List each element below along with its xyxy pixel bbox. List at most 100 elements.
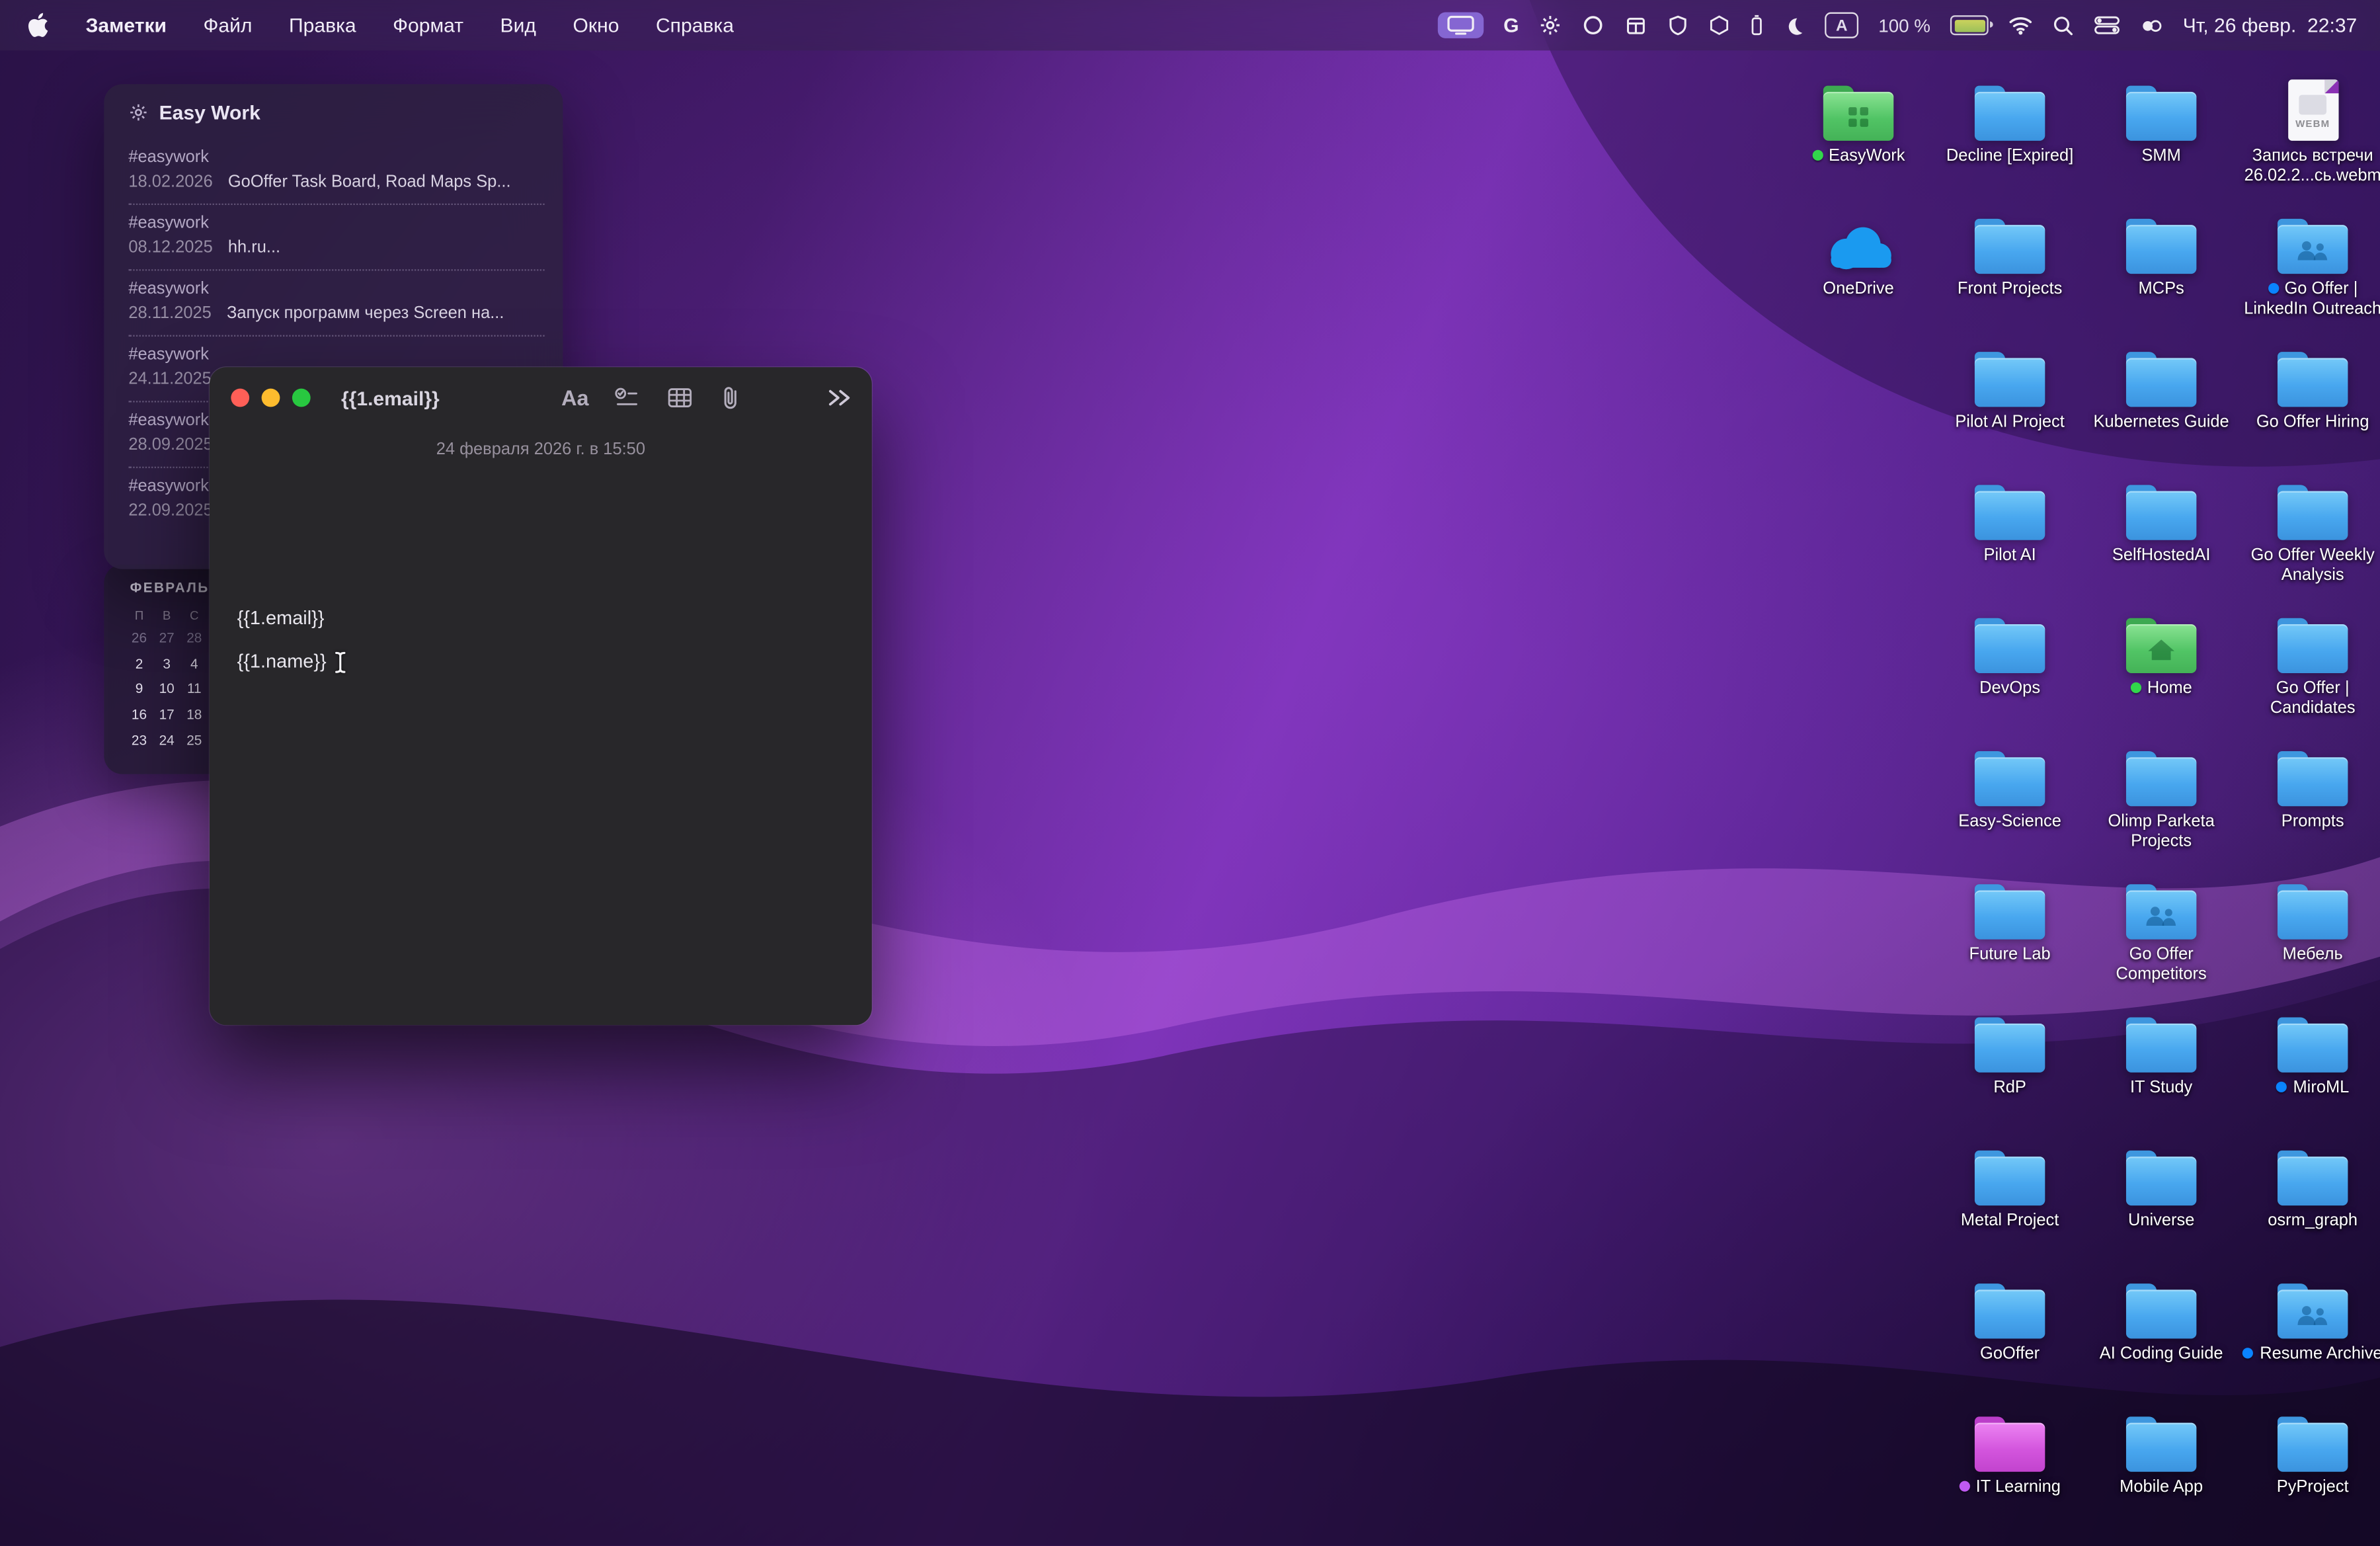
format-text-button[interactable]: Aa [561, 386, 588, 410]
desktop-icon-art [1823, 79, 1893, 141]
close-button[interactable] [231, 389, 249, 407]
calendar-date[interactable]: 24 [153, 727, 180, 753]
desktop-icon[interactable]: Olimp Parketa Projects [2088, 745, 2235, 852]
calendar-date[interactable]: 23 [126, 727, 153, 753]
control-center-icon[interactable] [2094, 15, 2120, 35]
ring-status-icon[interactable] [1581, 14, 1605, 37]
note-body[interactable]: {{1.email}} {{1.name}} [237, 608, 348, 696]
spotlight-icon[interactable] [2053, 15, 2074, 36]
people-badge-icon [2293, 1303, 2332, 1326]
desktop-icon-label: Pilot AI Project [1955, 413, 2065, 433]
gear-icon[interactable] [1539, 14, 1562, 37]
double-chevron-icon[interactable] [824, 387, 853, 408]
menubar-menu[interactable]: Окно [573, 14, 619, 37]
calendar-date[interactable]: 16 [126, 702, 153, 727]
users-status-icon[interactable] [2140, 16, 2163, 34]
desktop-icon[interactable]: RdP [1936, 1011, 2083, 1098]
desktop-icon[interactable]: Pilot AI Project [1936, 346, 2083, 433]
desktop-icon[interactable]: IT Learning [1936, 1410, 2083, 1498]
calendar-date[interactable]: 3 [153, 651, 180, 676]
screen-mirroring-indicator[interactable] [1438, 13, 1484, 38]
desktop-icon-label-text: osrm_graph [2268, 1211, 2358, 1230]
note-body-line: {{1.name}} [237, 651, 327, 672]
calendar-date[interactable]: 10 [153, 676, 180, 702]
desktop-icon[interactable]: EasyWork [1785, 79, 1932, 167]
desktop-icon[interactable]: Universe [2088, 1145, 2235, 1232]
desktop-icon[interactable]: Go Offer Weekly Analysis [2239, 479, 2380, 586]
attachment-button[interactable] [719, 385, 742, 411]
apple-menu[interactable] [28, 13, 49, 38]
calendar-date[interactable]: 28 [180, 626, 208, 651]
desktop-icon-art [2278, 1011, 2348, 1073]
desktop-icon[interactable]: Мебель [2239, 878, 2380, 965]
desktop-icon[interactable]: SelfHostedAI [2088, 479, 2235, 566]
meter-icon[interactable] [1750, 14, 1764, 37]
desktop-icon[interactable]: Prompts [2239, 745, 2380, 833]
desktop-icon[interactable]: Decline [Expired] [1936, 79, 2083, 167]
zoom-button[interactable] [292, 389, 311, 407]
desktop-icon[interactable]: Metal Project [1936, 1145, 2083, 1232]
desktop-icon[interactable]: AI Coding Guide [2088, 1278, 2235, 1365]
desktop-icon[interactable]: Mobile App [2088, 1410, 2235, 1498]
menubar-app-name[interactable]: Заметки [86, 14, 167, 37]
input-source-indicator[interactable]: А [1825, 13, 1858, 38]
desktop-icon[interactable]: Home [2088, 612, 2235, 699]
label-tag-dot [1812, 149, 1823, 160]
calendar-date[interactable]: 17 [153, 702, 180, 727]
hexagon-icon[interactable] [1708, 14, 1729, 37]
checklist-button[interactable] [614, 386, 639, 409]
desktop-icon[interactable]: Pilot AI [1936, 479, 2083, 566]
desktop-icon[interactable]: PyProject [2239, 1410, 2380, 1498]
moon-icon[interactable] [1784, 15, 1805, 36]
calendar-date[interactable]: 2 [126, 651, 153, 676]
desktop-icon[interactable]: GoOffer [1936, 1278, 2083, 1365]
calendar-weekday: П [126, 604, 153, 626]
desktop-icon-art [1975, 79, 2045, 141]
desktop-icon[interactable]: DevOps [1936, 612, 2083, 699]
desktop-icon[interactable]: IT Study [2088, 1011, 2235, 1098]
desktop-icon[interactable]: Go Offer Hiring [2239, 346, 2380, 433]
desktop-icon[interactable]: Front Projects [1936, 213, 2083, 300]
desktop-icon-label-text: Olimp Parketa Projects [2108, 813, 2215, 851]
shield-icon[interactable] [1667, 14, 1688, 37]
note-window-titlebar[interactable]: {{1.email}} Aa [210, 367, 872, 428]
calendar-date[interactable]: 26 [126, 626, 153, 651]
table-button[interactable] [667, 386, 693, 409]
grammarly-icon[interactable]: G [1503, 14, 1519, 37]
desktop-icon[interactable]: SMM [2088, 79, 2235, 167]
desktop-icon[interactable]: MCPs [2088, 213, 2235, 300]
desktop-icon[interactable]: Go Offer | Candidates [2239, 612, 2380, 719]
calendar-date[interactable]: 25 [180, 727, 208, 753]
desktop-icon[interactable]: Go Offer | LinkedIn Outreach [2239, 213, 2380, 320]
calendar-date[interactable]: 18 [180, 702, 208, 727]
desktop-icon[interactable]: WEBM Запись встречи 26.02.2...сь.webm [2239, 79, 2380, 186]
desktop-icon[interactable]: Kubernetes Guide [2088, 346, 2235, 433]
calendar-date[interactable]: 9 [126, 676, 153, 702]
desktop-icon-label-text: GoOffer [1980, 1345, 2040, 1363]
desktop-icon[interactable]: OneDrive [1785, 213, 1932, 300]
battery-icon[interactable] [1950, 15, 1989, 35]
menubar-menu[interactable]: Формат [393, 14, 463, 37]
calendar-date[interactable]: 27 [153, 626, 180, 651]
wifi-icon[interactable] [2008, 15, 2033, 35]
desktop-icon[interactable]: Future Lab [1936, 878, 2083, 965]
calendar-date[interactable]: 4 [180, 651, 208, 676]
desktop-icon[interactable]: Go Offer Competitors [2088, 878, 2235, 985]
note-item-title: hh.ru... [228, 239, 280, 259]
package-icon[interactable] [1624, 14, 1647, 37]
note-list-item[interactable]: #easywork 08.12.2025 hh.ru... [128, 205, 544, 270]
desktop-icon[interactable]: osrm_graph [2239, 1145, 2380, 1232]
desktop-icon[interactable]: Resume Archive [2239, 1278, 2380, 1365]
menubar-menu[interactable]: Правка [289, 14, 356, 37]
note-list-item[interactable]: #easywork 28.11.2025 Запуск программ чер… [128, 271, 544, 337]
menubar-menu[interactable]: Файл [204, 14, 253, 37]
note-list-item[interactable]: #easywork 18.02.2026 GoOffer Task Board,… [128, 140, 544, 205]
desktop-icon[interactable]: MiroML [2239, 1011, 2380, 1098]
menu-bar-clock[interactable]: Чт, 26 февр. 22:37 [2183, 14, 2358, 37]
desktop-icon-art [2278, 346, 2348, 407]
menubar-menu[interactable]: Справка [656, 14, 734, 37]
calendar-date[interactable]: 11 [180, 676, 208, 702]
menubar-menu[interactable]: Вид [500, 14, 536, 37]
minimize-button[interactable] [262, 389, 280, 407]
desktop-icon[interactable]: Easy-Science [1936, 745, 2083, 833]
